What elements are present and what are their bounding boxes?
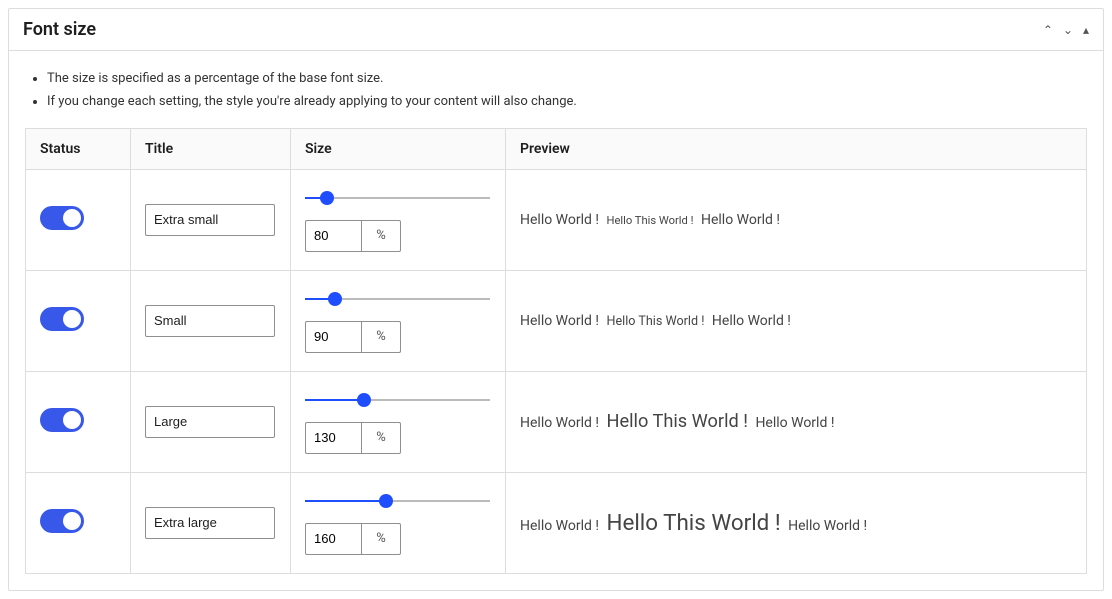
col-size: Size <box>291 128 506 169</box>
table-row: % Hello World ! Hello This World ! Hello … <box>26 169 1087 270</box>
status-toggle[interactable] <box>40 509 84 533</box>
size-slider[interactable] <box>305 390 491 410</box>
col-status: Status <box>26 128 131 169</box>
table-row: % Hello World ! Hello This World ! Hello … <box>26 472 1087 573</box>
size-input[interactable] <box>305 422 361 454</box>
size-input[interactable] <box>305 321 361 353</box>
size-slider[interactable] <box>305 188 491 208</box>
status-toggle[interactable] <box>40 307 84 331</box>
size-input[interactable] <box>305 523 361 555</box>
size-unit: % <box>361 523 401 555</box>
size-slider[interactable] <box>305 491 491 511</box>
panel-controls: ⌃ ⌄ ▴ <box>1043 23 1089 37</box>
size-slider[interactable] <box>305 289 491 309</box>
title-input[interactable] <box>145 406 275 438</box>
move-down-icon[interactable]: ⌄ <box>1063 23 1073 37</box>
title-input[interactable] <box>145 204 275 236</box>
notes-list: The size is specified as a percentage of… <box>25 67 1087 114</box>
preview-text: Hello World ! Hello This World ! Hello W… <box>520 212 1072 228</box>
panel-header: Font size ⌃ ⌄ ▴ <box>9 9 1103 51</box>
title-input[interactable] <box>145 305 275 337</box>
panel-body: The size is specified as a percentage of… <box>9 51 1103 590</box>
move-up-icon[interactable]: ⌃ <box>1043 23 1053 37</box>
size-unit: % <box>361 220 401 252</box>
preview-text: Hello World ! Hello This World ! Hello W… <box>520 411 1072 432</box>
font-size-panel: Font size ⌃ ⌄ ▴ The size is specified as… <box>8 8 1104 591</box>
panel-title: Font size <box>23 19 1043 40</box>
size-unit: % <box>361 422 401 454</box>
note-item: The size is specified as a percentage of… <box>47 67 1087 90</box>
table-row: % Hello World ! Hello This World ! Hello … <box>26 371 1087 472</box>
preview-text: Hello World ! Hello This World ! Hello W… <box>520 510 1072 536</box>
note-item: If you change each setting, the style yo… <box>47 90 1087 113</box>
status-toggle[interactable] <box>40 408 84 432</box>
col-preview: Preview <box>506 128 1087 169</box>
size-input[interactable] <box>305 220 361 252</box>
collapse-icon[interactable]: ▴ <box>1083 23 1089 37</box>
table-row: % Hello World ! Hello This World ! Hello … <box>26 270 1087 371</box>
title-input[interactable] <box>145 507 275 539</box>
size-unit: % <box>361 321 401 353</box>
col-title: Title <box>131 128 291 169</box>
status-toggle[interactable] <box>40 206 84 230</box>
font-size-table: Status Title Size Preview % Hello World !… <box>25 128 1087 574</box>
preview-text: Hello World ! Hello This World ! Hello W… <box>520 313 1072 329</box>
